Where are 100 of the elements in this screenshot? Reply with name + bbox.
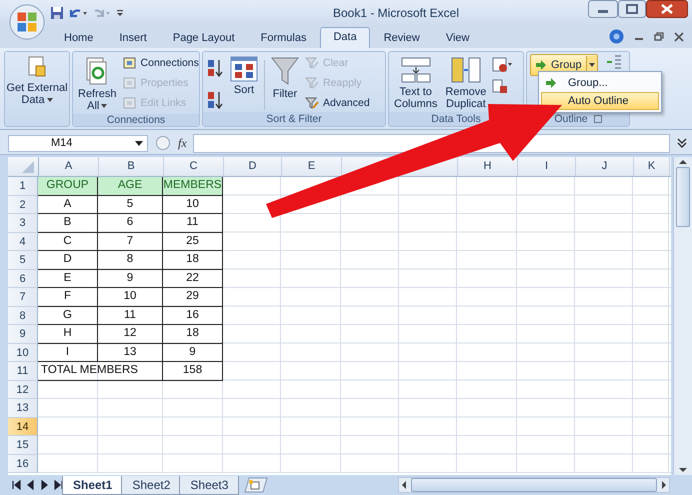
group-label: Sort & Filter xyxy=(203,112,385,126)
column-header[interactable]: D xyxy=(224,157,282,176)
table-cell: H xyxy=(38,325,98,344)
horizontal-scrollbar[interactable] xyxy=(398,477,670,493)
table-cell: 22 xyxy=(163,270,223,288)
table-cell: C xyxy=(38,232,98,251)
insert-function-button[interactable]: fx xyxy=(178,136,187,150)
sheet-tab[interactable]: Sheet3 xyxy=(179,476,240,494)
row-header[interactable]: 14 xyxy=(8,418,38,436)
table-cell: G xyxy=(38,306,98,325)
document-icon xyxy=(122,96,137,110)
close-button[interactable] xyxy=(646,0,688,18)
scroll-thumb[interactable] xyxy=(411,478,657,492)
menu-item[interactable]: Group... xyxy=(541,74,659,92)
row-header[interactable]: 9 xyxy=(8,325,38,344)
scroll-right-icon[interactable] xyxy=(659,479,669,491)
column-header[interactable]: C xyxy=(164,157,224,176)
restore-icon[interactable] xyxy=(654,30,664,42)
table-cell: 25 xyxy=(163,232,223,251)
save-icon[interactable] xyxy=(50,6,64,20)
ribbon-command[interactable]: Advanced xyxy=(305,94,370,112)
table-cell: 6 xyxy=(98,214,163,232)
sheet-tab[interactable]: Sheet2 xyxy=(121,476,182,494)
dialog-launcher-icon[interactable] xyxy=(594,115,602,123)
get-external-data-button[interactable]: Get External Data xyxy=(5,52,69,126)
table-cell: F xyxy=(38,288,98,306)
ribbon-tab[interactable]: View xyxy=(434,29,482,48)
vertical-scrollbar[interactable] xyxy=(673,157,692,475)
table-cell: 9 xyxy=(163,344,223,362)
table-cell: 18 xyxy=(163,251,223,270)
column-header[interactable]: B xyxy=(99,157,164,176)
sort-descending-icon[interactable] xyxy=(206,90,224,110)
arrow-right-icon xyxy=(535,60,547,70)
table-cell: 7 xyxy=(98,232,163,251)
ribbon-tab[interactable]: Insert xyxy=(107,29,159,48)
ribbon-tab[interactable]: Page Layout xyxy=(160,29,247,48)
row-header[interactable]: 6 xyxy=(8,270,38,288)
sort-icon xyxy=(230,56,258,82)
minimize-button[interactable] xyxy=(588,0,618,18)
row-header[interactable]: 10 xyxy=(8,344,38,362)
row-header[interactable]: 11 xyxy=(8,362,38,380)
table-cell: 18 xyxy=(163,325,223,344)
row-header[interactable]: 12 xyxy=(8,380,38,399)
table-cell: TOTAL MEMBERS xyxy=(38,362,163,380)
ribbon-tab[interactable]: Formulas xyxy=(248,29,318,48)
ribbon-command[interactable]: Text to Columns xyxy=(392,54,440,112)
table-cell: 29 xyxy=(163,288,223,306)
ungroup-icon[interactable] xyxy=(606,54,622,70)
row-header[interactable]: 4 xyxy=(8,232,38,251)
column-header[interactable]: A xyxy=(39,157,99,176)
table-cell: 10 xyxy=(163,196,223,214)
menu-item[interactable]: Auto Outline xyxy=(541,92,659,110)
filter-button[interactable]: Filter xyxy=(269,54,301,102)
arrow-right-icon xyxy=(545,78,557,88)
funnel-icon xyxy=(305,96,319,110)
row-header[interactable]: 15 xyxy=(8,436,38,454)
caret-icon xyxy=(101,104,108,108)
help-icon[interactable] xyxy=(609,29,624,44)
table-cell: B xyxy=(38,214,98,232)
table-cell: I xyxy=(38,344,98,362)
scroll-thumb[interactable] xyxy=(676,167,690,227)
column-header[interactable]: K xyxy=(634,157,670,176)
sort-ascending-icon[interactable] xyxy=(206,58,224,78)
name-box[interactable]: M14 xyxy=(8,134,148,152)
ribbon-tab[interactable]: Home xyxy=(52,29,106,48)
table-cell: GROUP xyxy=(38,177,98,196)
window-title: Book1 - Microsoft Excel xyxy=(332,6,460,20)
row-header[interactable]: 16 xyxy=(8,454,38,473)
row-header[interactable]: 13 xyxy=(8,399,38,418)
ribbon-tab[interactable]: Review xyxy=(372,29,432,48)
ribbon-tab[interactable]: Data xyxy=(320,27,370,48)
sheet-tab[interactable]: Sheet1 xyxy=(62,476,124,494)
refresh-all-button[interactable]: Refresh All xyxy=(76,54,119,114)
ribbon-command[interactable]: Remove Duplicat xyxy=(443,54,488,112)
sort-button[interactable]: Sort xyxy=(228,54,260,98)
table-cell: E xyxy=(38,270,98,288)
column-header[interactable]: J xyxy=(576,157,634,176)
funnel-icon xyxy=(305,76,319,90)
caret-icon xyxy=(46,98,53,102)
table-cell: MEMBERS xyxy=(163,177,223,196)
row-header[interactable]: 3 xyxy=(8,214,38,232)
close-icon[interactable] xyxy=(674,30,684,42)
table-cell: 158 xyxy=(163,362,223,380)
group-label: Connections xyxy=(73,114,199,126)
row-header[interactable]: 5 xyxy=(8,251,38,270)
table-cell: D xyxy=(38,251,98,270)
row-header[interactable]: 7 xyxy=(8,288,38,306)
table-cell: 9 xyxy=(98,270,163,288)
table-cell: 11 xyxy=(98,306,163,325)
funnel-icon xyxy=(305,56,319,70)
ribbon-command[interactable]: Connections xyxy=(122,54,199,72)
maximize-button[interactable] xyxy=(618,0,646,18)
row-header[interactable]: 2 xyxy=(8,196,38,214)
row-header[interactable]: 8 xyxy=(8,306,38,325)
column-header[interactable]: I xyxy=(518,157,576,176)
expand-icon[interactable] xyxy=(676,136,688,150)
sheet-navigation-icon[interactable] xyxy=(10,479,64,491)
funnel-icon xyxy=(271,56,299,86)
customize-icon[interactable] xyxy=(116,8,124,18)
row-header[interactable]: 1 xyxy=(8,177,38,196)
